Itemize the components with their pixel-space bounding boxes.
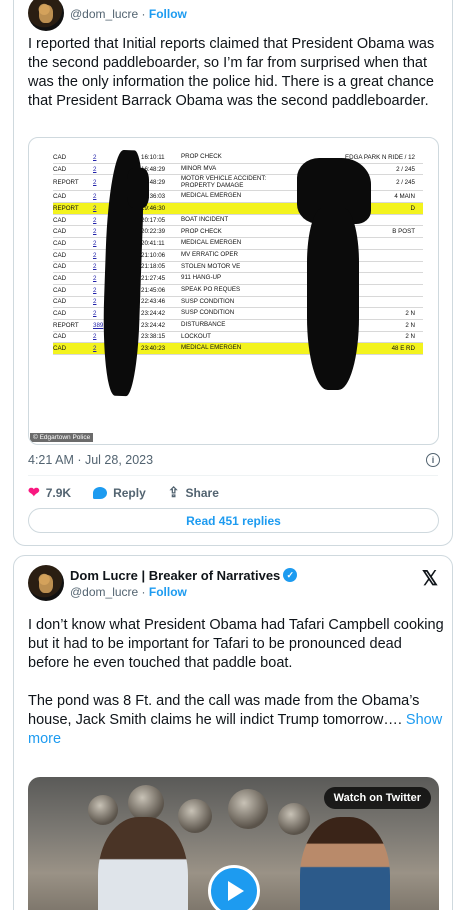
log-time-cell: 22:43:46: [141, 298, 166, 306]
reply-label: Reply: [113, 485, 146, 500]
log-time-cell: 21:18:05: [141, 263, 166, 271]
log-time-cell: 20:22:39: [141, 228, 166, 236]
person-left: [98, 817, 188, 910]
heart-icon: ❤: [28, 484, 40, 500]
person-right: [300, 817, 390, 910]
log-desc-cell: DISTURBANCE: [181, 321, 226, 329]
user-handle[interactable]: @dom_lucre: [70, 7, 138, 21]
tweet-timestamp[interactable]: 4:21 AM · Jul 28, 2023: [28, 453, 153, 467]
tweet-text: I reported that Initial reports claimed …: [28, 36, 435, 109]
tweet-text: I don’t know what President Obama had Ta…: [28, 616, 444, 749]
log-time-cell: 20:17:05: [141, 216, 166, 224]
log-time-cell: 21:45:06: [141, 286, 166, 294]
log-desc-cell: PROP CHECK: [181, 227, 222, 235]
log-type-cell: CAD: [53, 286, 67, 294]
log-desc-cell: SPEAK PO REQUES: [181, 285, 241, 293]
redaction-mark: [307, 208, 359, 390]
log-time-cell: 23:40:23: [141, 345, 166, 353]
follow-button[interactable]: Follow: [149, 585, 187, 599]
log-type-cell: CAD: [53, 193, 67, 201]
log-type-cell: CAD: [53, 165, 67, 173]
tweet-card-1[interactable]: @dom_lucre · Follow 𝕏 I reported that In…: [13, 0, 453, 546]
avatar[interactable]: [28, 0, 64, 31]
log-time-cell: 19:46:30: [141, 204, 166, 212]
verified-badge-icon: ✓: [283, 568, 298, 582]
play-icon[interactable]: [208, 865, 260, 910]
log-time-cell: 23:24:42: [141, 310, 166, 318]
tweet-actions: ❤ 7.9K Reply ⇪ Share: [28, 484, 241, 501]
share-button[interactable]: ⇪ Share: [168, 484, 219, 501]
reply-bubble-icon: [93, 486, 108, 499]
log-time-cell: 20:41:11: [141, 239, 165, 247]
log-desc-cell: MINOR MVA: [181, 164, 217, 172]
tweet-header: @dom_lucre · Follow: [28, 0, 187, 31]
log-type-cell: CAD: [53, 333, 67, 341]
log-desc-cell: LOCKOUT: [181, 332, 211, 340]
read-replies-button[interactable]: Read 451 replies: [28, 508, 439, 533]
watch-on-twitter-button[interactable]: Watch on Twitter: [323, 787, 431, 809]
reply-button[interactable]: Reply: [93, 486, 146, 500]
log-desc-cell: MEDICAL EMERGEN: [181, 239, 242, 247]
display-name[interactable]: Dom Lucre | Breaker of Narratives: [70, 568, 280, 583]
tweet-image[interactable]: CAD 2 16:10:11 PROP CHECK EDGA PARK N RIDE /…: [28, 137, 439, 445]
log-desc-cell: BOAT INCIDENT: [181, 215, 229, 223]
log-type-cell: CAD: [53, 228, 67, 236]
log-time-cell: 16:10:11: [141, 153, 165, 161]
user-handle[interactable]: @dom_lucre: [70, 585, 138, 599]
log-desc-cell: 911 HANG-UP: [181, 274, 222, 282]
divider: [28, 475, 438, 476]
log-type-cell: CAD: [53, 153, 67, 161]
tweet-card-2[interactable]: Dom Lucre | Breaker of Narratives ✓ @dom…: [13, 555, 453, 910]
like-button[interactable]: ❤ 7.9K: [28, 484, 71, 501]
video-thumbnail[interactable]: Watch on Twitter: [28, 777, 439, 910]
log-desc-cell: SUSP CONDITION: [181, 309, 235, 317]
log-type-cell: CAD: [53, 251, 67, 259]
log-time-cell: 21:27:45: [141, 275, 166, 283]
image-credit: © Edgartown Police: [30, 433, 94, 442]
log-time-cell: 23:38:15: [141, 333, 166, 341]
like-count: 7.9K: [45, 485, 72, 500]
log-type-cell: REPORT: [53, 204, 79, 212]
log-desc-cell: MOTOR VEHICLE ACCIDENT: PROPERTY DAMAGE: [181, 175, 267, 189]
share-label: Share: [185, 485, 219, 500]
log-time-cell: 23:24:42: [141, 321, 166, 329]
log-type-cell: CAD: [53, 239, 67, 247]
log-type-cell: CAD: [53, 310, 67, 318]
log-type-cell: CAD: [53, 298, 67, 306]
log-desc-cell: STOLEN MOTOR VE: [181, 262, 241, 270]
info-icon[interactable]: i: [426, 453, 440, 467]
redaction-mark: [127, 168, 149, 208]
log-desc-cell: SUSP CONDITION: [181, 297, 235, 305]
log-type-cell: CAD: [53, 263, 67, 271]
log-time-cell: 21:10:06: [141, 251, 166, 259]
log-desc-cell: PROP CHECK: [181, 153, 222, 161]
log-row: CAD 2 16:10:11 PROP CHECK EDGA PARK N RIDE /…: [53, 152, 423, 164]
log-desc-cell: MV ERRATIC OPER: [181, 250, 238, 258]
share-icon: ⇪: [167, 484, 180, 500]
log-type-cell: REPORT: [53, 321, 79, 329]
tweet-header: Dom Lucre | Breaker of Narratives ✓ @dom…: [28, 565, 298, 601]
avatar[interactable]: [28, 565, 64, 601]
log-desc-cell: MEDICAL EMERGEN: [181, 344, 242, 352]
log-type-cell: REPORT: [53, 179, 79, 187]
log-type-cell: CAD: [53, 275, 67, 283]
x-logo-icon[interactable]: 𝕏: [422, 566, 438, 591]
tweet-body: I don’t know what President Obama had Ta…: [28, 617, 444, 728]
log-type-cell: CAD: [53, 216, 67, 224]
log-desc-cell: MEDICAL EMERGEN: [181, 192, 242, 200]
follow-button[interactable]: Follow: [149, 7, 187, 21]
log-type-cell: CAD: [53, 345, 67, 353]
